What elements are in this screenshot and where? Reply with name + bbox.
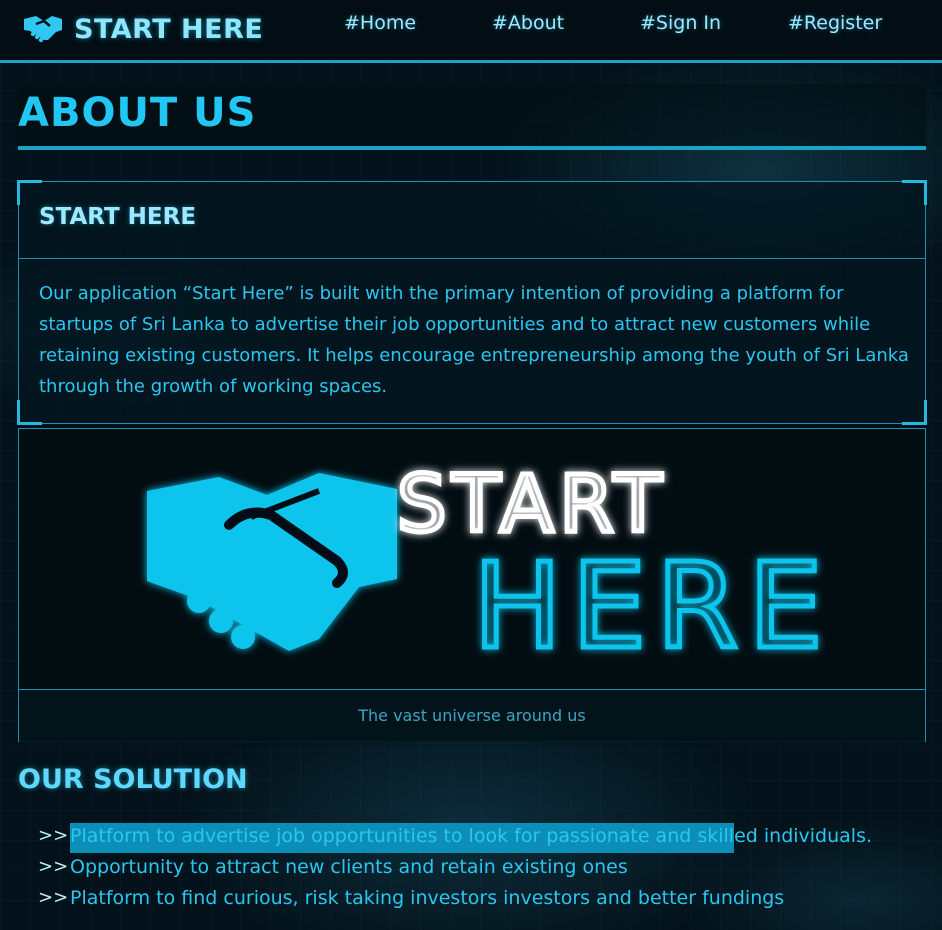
solution-item-text: Opportunity to attract new clients and r… (70, 856, 628, 878)
logo-here-text: HERE (473, 537, 833, 675)
nav-link-about[interactable]: #About (492, 12, 564, 34)
card-description: Our application “Start Here” is built wi… (39, 283, 909, 397)
bullet-arrow: >> (38, 825, 69, 846)
large-handshake-icon (147, 473, 397, 651)
corner-decoration (902, 400, 927, 425)
start-here-logo-image: START HERE (19, 429, 925, 689)
divider (19, 258, 925, 259)
solution-heading: OUR SOLUTION (18, 764, 248, 795)
page-title: ABOUT US (18, 90, 257, 136)
card-title: START HERE (39, 204, 197, 230)
nav-link-sign-in[interactable]: #Sign In (640, 12, 721, 34)
bullet-arrow: >> (38, 887, 69, 908)
caption-bar: The vast universe around us (19, 689, 925, 742)
about-section-header: ABOUT US (18, 84, 926, 150)
corner-decoration (17, 400, 42, 425)
logo-image-panel: START HERE The vast universe around us (18, 428, 926, 742)
nav-links: #Home #About #Sign In #Register (0, 12, 942, 42)
nav-link-home[interactable]: #Home (344, 12, 416, 34)
bullet-arrow: >> (38, 856, 69, 877)
about-card: START HERE Our application “Start Here” … (17, 180, 927, 425)
corner-decoration (17, 180, 42, 205)
image-caption: The vast universe around us (358, 706, 586, 725)
solution-item-text: Platform to advertise job opportunities … (70, 825, 873, 847)
corner-decoration (902, 180, 927, 205)
top-navbar: START HERE #Home #About #Sign In #Regist… (0, 0, 942, 63)
solution-item-text: Platform to find curious, risk taking in… (70, 887, 785, 909)
nav-link-register[interactable]: #Register (788, 12, 882, 34)
